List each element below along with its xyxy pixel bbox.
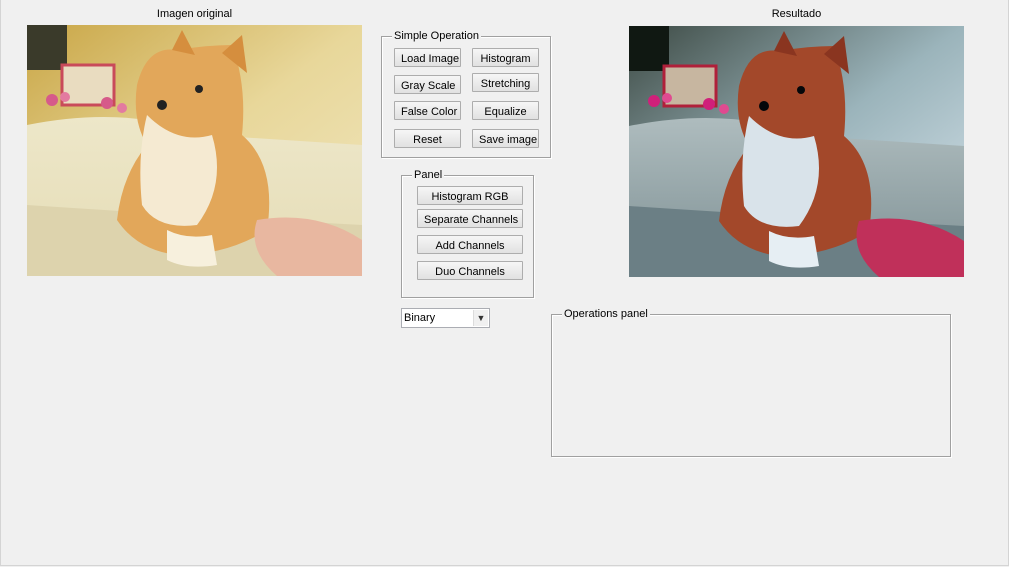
equalize-button[interactable]: Equalize <box>472 101 539 120</box>
original-image-title: Imagen original <box>156 8 233 20</box>
stretching-button[interactable]: Stretching <box>472 73 539 92</box>
histogram-button[interactable]: Histogram <box>472 48 539 67</box>
simple-operation-label: Simple Operation <box>392 29 481 43</box>
chevron-down-icon[interactable]: ▼ <box>473 310 488 326</box>
false-color-button[interactable]: False Color <box>394 101 461 120</box>
add-channels-button[interactable]: Add Channels <box>417 235 523 254</box>
mode-select[interactable]: Binary ▼ <box>401 308 490 328</box>
mode-select-value: Binary <box>404 312 436 324</box>
panel-label: Panel <box>412 168 445 182</box>
operations-panel-label: Operations panel <box>562 307 650 321</box>
separate-channels-button[interactable]: Separate Channels <box>417 209 523 228</box>
result-image-title: Resultado <box>771 8 822 20</box>
save-image-button[interactable]: Save image <box>472 129 539 148</box>
duo-channels-button[interactable]: Duo Channels <box>417 261 523 280</box>
histogram-rgb-button[interactable]: Histogram RGB <box>417 186 523 205</box>
load-image-button[interactable]: Load Image <box>394 48 461 67</box>
gray-scale-button[interactable]: Gray Scale <box>394 75 461 94</box>
original-image <box>27 25 362 276</box>
reset-button[interactable]: Reset <box>394 129 461 148</box>
operations-panel: Operations panel <box>551 307 951 457</box>
result-image <box>629 26 964 277</box>
